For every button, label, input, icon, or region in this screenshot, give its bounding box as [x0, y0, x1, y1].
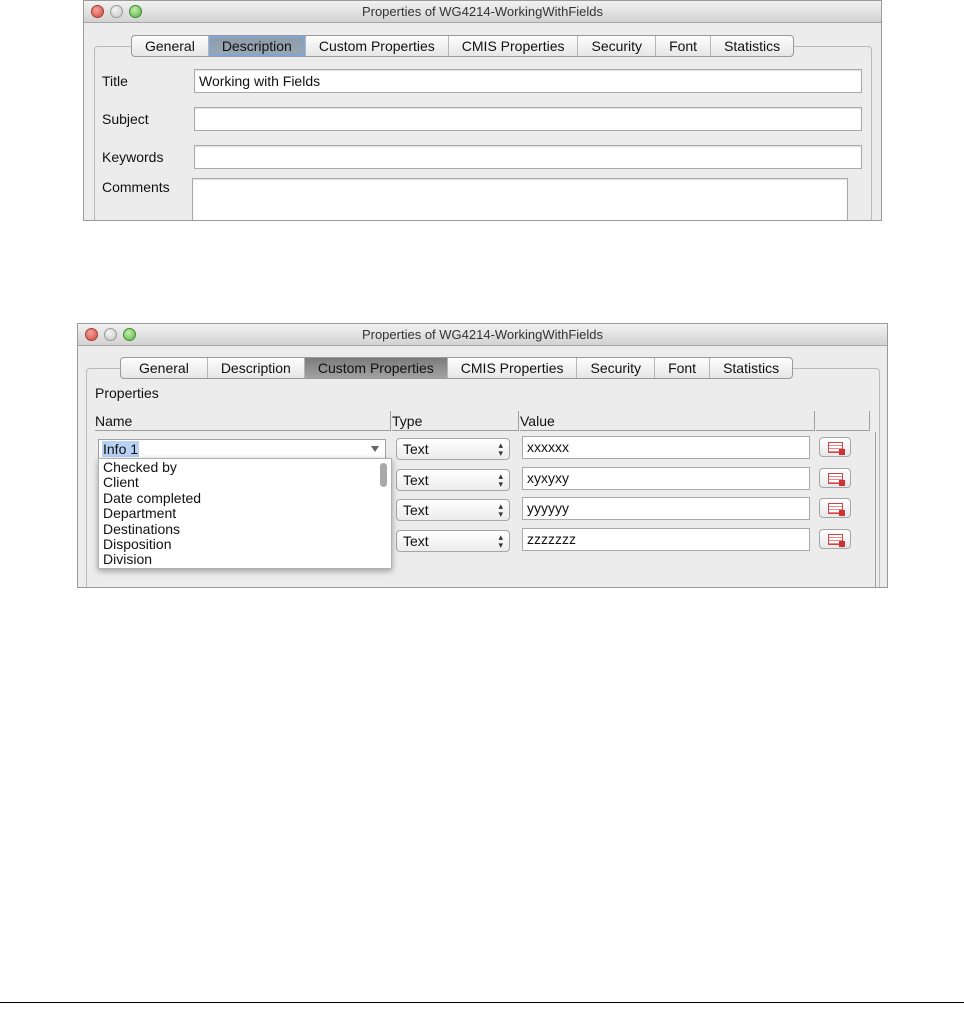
type-select[interactable]: Text ▴ ▾	[396, 469, 510, 491]
window-titlebar: Properties of WG4214-WorkingWithFields	[78, 324, 887, 346]
properties-window-custom: Properties of WG4214-WorkingWithFields G…	[77, 323, 888, 588]
minimize-window-button[interactable]	[110, 5, 123, 18]
up-down-arrows-icon: ▴ ▾	[498, 471, 503, 489]
tab-statistics[interactable]: Statistics	[710, 358, 792, 378]
dropdown-option[interactable]: Checked by	[99, 459, 391, 475]
delete-property-button[interactable]	[819, 437, 851, 457]
up-down-arrows-icon: ▴ ▾	[498, 501, 503, 519]
column-divider	[814, 411, 815, 431]
properties-window-description: Properties of WG4214-WorkingWithFields G…	[83, 0, 882, 221]
action-column-header	[816, 411, 869, 431]
delete-property-button[interactable]	[819, 498, 851, 518]
up-down-arrows-icon: ▴ ▾	[498, 532, 503, 550]
dropdown-option[interactable]: Disposition	[99, 536, 391, 552]
tab-custom-properties[interactable]: Custom Properties	[306, 36, 449, 56]
name-combobox[interactable]: Info 1	[98, 439, 386, 459]
dropdown-option[interactable]: Division	[99, 552, 391, 568]
dropdown-option[interactable]: Date completed	[99, 490, 391, 506]
window-controls	[91, 5, 142, 18]
tab-security[interactable]: Security	[578, 36, 657, 56]
type-select-value: Text	[403, 533, 429, 549]
type-column-header[interactable]: Type	[392, 411, 518, 431]
tab-statistics[interactable]: Statistics	[711, 36, 793, 56]
type-select-value: Text	[403, 502, 429, 518]
dropdown-option[interactable]: Client	[99, 474, 391, 490]
name-column-header[interactable]: Name	[95, 411, 390, 431]
tab-bar: General Description Custom Properties CM…	[131, 35, 795, 57]
value-field[interactable]: xxxxxx	[522, 436, 810, 459]
delete-row-icon	[828, 503, 845, 516]
close-window-button[interactable]	[91, 5, 104, 18]
window-title: Properties of WG4214-WorkingWithFields	[361, 327, 604, 342]
tab-description[interactable]: Description	[208, 36, 306, 56]
tab-security[interactable]: Security	[577, 358, 656, 378]
keywords-label: Keywords	[102, 149, 164, 165]
type-select-value: Text	[403, 472, 429, 488]
properties-section-label: Properties	[95, 385, 159, 401]
close-window-button[interactable]	[85, 328, 98, 341]
dropdown-option[interactable]: Destinations	[99, 521, 391, 537]
chevron-down-icon[interactable]	[371, 446, 379, 452]
delete-property-button[interactable]	[819, 468, 851, 488]
window-title: Properties of WG4214-WorkingWithFields	[361, 4, 604, 19]
subject-field[interactable]	[194, 107, 862, 131]
tab-font[interactable]: Font	[655, 358, 711, 378]
tab-bar: General Description Custom Properties CM…	[120, 357, 794, 379]
type-select[interactable]: Text ▴ ▾	[396, 499, 510, 521]
minimize-window-button[interactable]	[104, 328, 117, 341]
type-select-value: Text	[403, 441, 429, 457]
title-field[interactable]: Working with Fields	[194, 69, 862, 93]
delete-property-button[interactable]	[819, 529, 851, 549]
tab-font[interactable]: Font	[656, 36, 712, 56]
window-controls	[85, 328, 136, 341]
tab-cmis-properties[interactable]: CMIS Properties	[448, 358, 578, 378]
dropdown-scrollbar-thumb[interactable]	[380, 463, 387, 487]
type-select[interactable]: Text ▴ ▾	[396, 438, 510, 460]
zoom-window-button[interactable]	[123, 328, 136, 341]
value-field[interactable]: xyxyxy	[522, 467, 810, 490]
name-combobox-value[interactable]: Info 1	[102, 441, 140, 457]
title-label: Title	[102, 73, 128, 89]
window-titlebar: Properties of WG4214-WorkingWithFields	[84, 1, 881, 23]
page-footer-rule	[0, 1002, 964, 1003]
tab-cmis-properties[interactable]: CMIS Properties	[449, 36, 579, 56]
tab-general[interactable]: General	[121, 358, 208, 378]
subject-label: Subject	[102, 111, 149, 127]
tab-custom-properties[interactable]: Custom Properties	[304, 358, 448, 378]
keywords-field[interactable]	[194, 145, 862, 169]
type-select[interactable]: Text ▴ ▾	[396, 530, 510, 552]
dropdown-option[interactable]: Department	[99, 505, 391, 521]
column-divider	[390, 411, 391, 431]
column-divider	[869, 411, 870, 431]
name-dropdown-list[interactable]: Checked by Client Date completed Departm…	[98, 458, 392, 569]
value-column-header[interactable]: Value	[520, 411, 814, 431]
up-down-arrows-icon: ▴ ▾	[498, 440, 503, 458]
delete-row-icon	[828, 442, 845, 455]
comments-label: Comments	[102, 179, 170, 195]
delete-row-icon	[828, 473, 845, 486]
zoom-window-button[interactable]	[129, 5, 142, 18]
column-divider	[518, 411, 519, 431]
comments-textarea[interactable]	[192, 178, 848, 220]
tab-general[interactable]: General	[132, 36, 209, 56]
value-field[interactable]: zzzzzzz	[522, 528, 810, 551]
list-right-border	[875, 432, 876, 587]
delete-row-icon	[828, 534, 845, 547]
value-field[interactable]: yyyyyy	[522, 497, 810, 520]
tab-description[interactable]: Description	[208, 358, 305, 378]
